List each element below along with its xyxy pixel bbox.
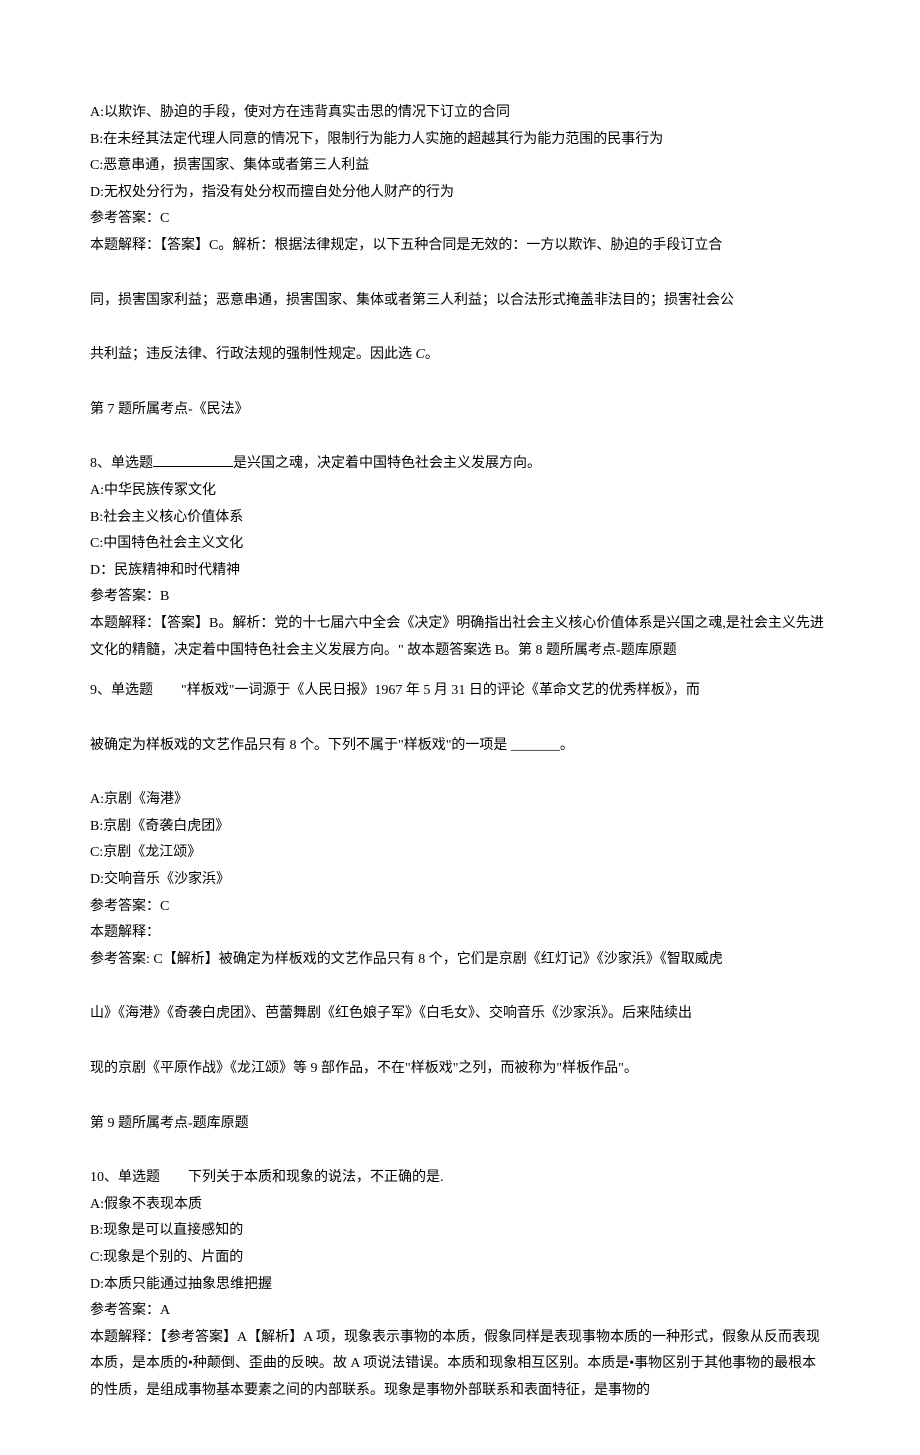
q8-stem-prefix: 8、单选题 bbox=[90, 456, 153, 471]
q9-option-d: D:交响音乐《沙家浜》 bbox=[90, 867, 830, 894]
q7-explain-line1: 本题解释：【答案】C。解析：根据法律规定，以下五种合同是无效的：一方以欺诈、胁迫… bbox=[90, 233, 830, 260]
q10-explain: 本题解释：【参考答案】A【解析】A 项，现象表示事物的本质，假象同样是表现事物本… bbox=[90, 1325, 830, 1405]
q7-explain-line3: 共利益；违反法律、行政法规的强制性规定。因此选 C。 bbox=[90, 342, 830, 369]
q7-explain-line3c: 。 bbox=[425, 347, 439, 362]
q9-answer-label: 参考答案：C bbox=[90, 894, 830, 921]
q8-stem: 8、单选题 是兴国之魂，决定着中国特色社会主义发展方向。 bbox=[90, 451, 830, 478]
q7-option-a: A:以欺诈、胁迫的手段，使对方在违背真实击思的情况下订立的合同 bbox=[90, 100, 830, 127]
q7-explain-line3a: 共利益；违反法律、行政法规的强制性规定。因此选 bbox=[90, 347, 416, 362]
q10-option-d: D:本质只能通过抽象思维把握 bbox=[90, 1272, 830, 1299]
q7-option-c: C:恶意串通，损害国家、集体或者第三人利益 bbox=[90, 153, 830, 180]
blank-line-icon bbox=[153, 466, 233, 467]
q9-option-b: B:京剧《奇袭白虎团》 bbox=[90, 814, 830, 841]
q9-explain-line3: 现的京剧《平原作战》《龙江颂》等 9 部作品，不在"样板戏"之列，而被称为"样板… bbox=[90, 1056, 830, 1083]
q10-option-c: C:现象是个别的、片面的 bbox=[90, 1245, 830, 1272]
q10-stem: 10、单选题 下列关于本质和现象的说法，不正确的是. bbox=[90, 1165, 830, 1192]
q9-explain-line1: 参考答案: C【解析】被确定为样板戏的文艺作品只有 8 个，它们是京剧《红灯记》… bbox=[90, 947, 830, 974]
q7-option-d: D:无权处分行为，指没有处分权而擅自处分他人财产的行为 bbox=[90, 180, 830, 207]
q8-stem-suffix: 是兴国之魂，决定着中国特色社会主义发展方向。 bbox=[233, 456, 541, 471]
q9-option-a: A:京剧《海港》 bbox=[90, 787, 830, 814]
q9-topic: 第 9 题所属考点-题库原题 bbox=[90, 1111, 830, 1138]
q9-explain-line2: 山》《海港》《奇袭白虎团》、芭蕾舞剧《红色娘子军》《白毛女》、交响音乐《沙家浜》… bbox=[90, 1001, 830, 1028]
q8-option-c: C:中国特色社会主义文化 bbox=[90, 531, 830, 558]
q7-topic: 第 7 题所属考点-《民法》 bbox=[90, 397, 830, 424]
q8-explain: 本题解释：【答案】B。解析：党的十七届六中全会《决定》明确指出社会主义核心价值体… bbox=[90, 611, 830, 664]
q8-answer-label: 参考答案：B bbox=[90, 584, 830, 611]
q7-explain-line2: 同，损害国家利益；恶意串通，损害国家、集体或者第三人利益；以合法形式掩盖非法目的… bbox=[90, 288, 830, 315]
q9-option-c: C:京剧《龙江颂》 bbox=[90, 840, 830, 867]
q7-answer-label: 参考答案：C bbox=[90, 206, 830, 233]
q7-option-b: B:在未经其法定代理人同意的情况下，限制行为能力人实施的超越其行为能力范围的民事… bbox=[90, 127, 830, 154]
q10-answer-label: 参考答案：A bbox=[90, 1298, 830, 1325]
q8-option-d: D：民族精神和时代精神 bbox=[90, 558, 830, 585]
q10-option-a: A:假象不表现本质 bbox=[90, 1192, 830, 1219]
q9-stem-line1: 9、单选题 "样板戏"一词源于《人民日报》1967 年 5 月 31 日的评论《… bbox=[90, 678, 830, 705]
q8-option-a: A:中华民族传冢文化 bbox=[90, 478, 830, 505]
q9-explain-label: 本题解释： bbox=[90, 920, 830, 947]
q9-stem-line2: 被确定为样板戏的文艺作品只有 8 个。下列不属于"样板戏"的一项是 ______… bbox=[90, 733, 830, 760]
document-page: A:以欺诈、胁迫的手段，使对方在违背真实击思的情况下订立的合同 B:在未经其法定… bbox=[0, 0, 920, 1455]
q8-option-b: B:社会主义核心价值体系 bbox=[90, 505, 830, 532]
q10-option-b: B:现象是可以直接感知的 bbox=[90, 1218, 830, 1245]
q7-explain-c-italic: C bbox=[416, 347, 425, 362]
